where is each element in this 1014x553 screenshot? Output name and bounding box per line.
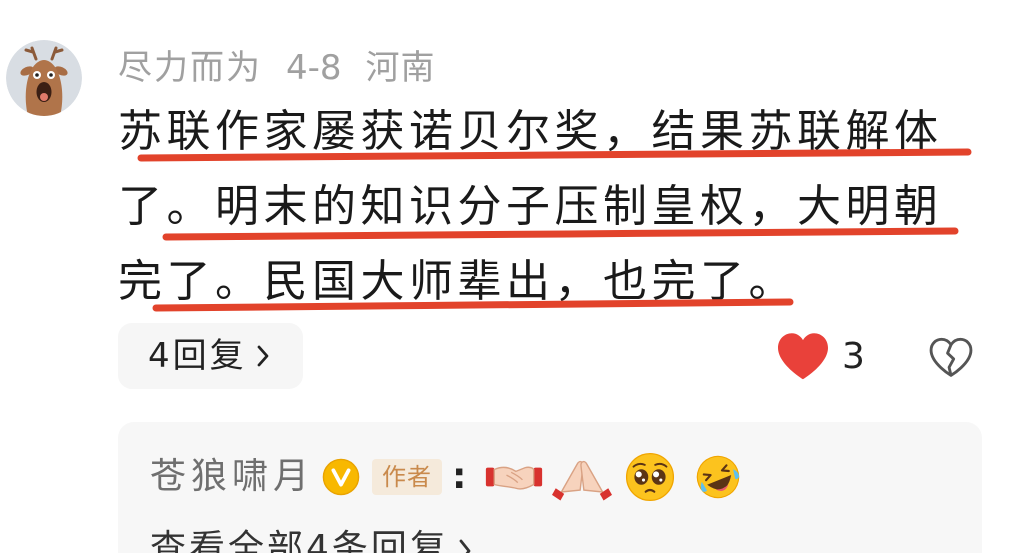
folded-hands-emoji [552,460,613,501]
comment-text-line-2: 了。明末的知识分子压制皇权，大明朝 [118,181,943,232]
author-tag: 作者 [372,459,443,495]
comment-username[interactable]: 尽力而为 [118,46,262,90]
reply-author-row: 苍狼啸月 作者 : [150,452,748,502]
comment-text-line-3: 完了。民国大师辈出，也完了。 [118,256,797,307]
reply-preview: 苍狼啸月 作者 : 查看全部4条回复 [118,422,982,553]
user-avatar[interactable] [6,40,82,116]
comment-meta: 尽力而为 4-8 河南 [118,46,436,90]
handshake-emoji [486,466,543,490]
cartoon-deer-avatar-icon [6,40,82,116]
reply-author-name[interactable]: 苍狼啸月 [150,453,314,501]
broken-heart-icon[interactable] [928,335,974,379]
comment-date: 4-8 [286,48,342,88]
view-all-replies-link[interactable]: 查看全部4条回复 [150,526,471,553]
chevron-right-icon [257,345,269,367]
replies-button[interactable]: 4回复 [118,323,303,389]
like-count: 3 [842,336,865,377]
replies-button-label: 4回复 [148,336,247,376]
rolling-on-floor-laughing-emoji [697,455,740,499]
heart-icon[interactable] [775,331,831,381]
reply-separator: : [452,456,467,497]
verified-badge-icon [322,458,360,496]
comment-location: 河南 [365,48,436,88]
comment-text: 苏联作家屡获诺贝尔奖，结果苏联解体 了。明末的知识分子压制皇权，大明朝 完了。民… [118,94,988,319]
view-all-replies-label: 查看全部4条回复 [150,528,449,553]
comment-text-line-1: 苏联作家屡获诺贝尔奖，结果苏联解体 [118,106,943,157]
chevron-right-icon [459,539,471,553]
pleading-face-emoji [626,452,675,502]
